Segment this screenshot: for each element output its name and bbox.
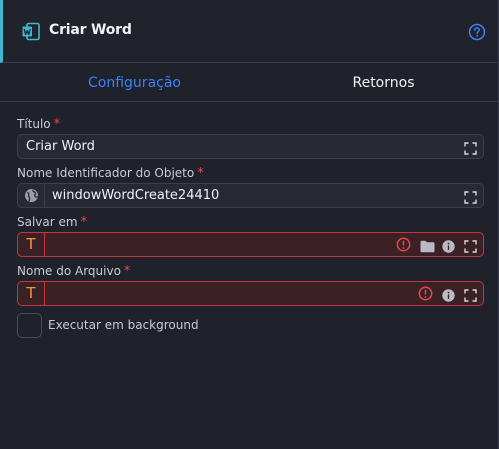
required-marker: * [80,215,88,230]
salvar-em-label: Salvar em * [17,215,87,230]
field-separator [44,233,45,256]
field-separator [44,282,45,305]
salvar-em-label-text: Salvar em [17,215,78,229]
titulo-label: Título * [17,117,60,132]
expand-icon[interactable] [464,189,477,204]
globe-icon [24,188,39,207]
expand-icon[interactable] [464,238,477,253]
error-icon [396,237,411,256]
required-marker: * [53,117,61,132]
background-checkbox[interactable] [17,313,42,338]
background-checkbox-label: Executar em background [48,318,199,332]
panel-title: Criar Word [49,22,132,38]
tab-bar: Configuração Retornos [0,64,498,102]
nome-arquivo-field[interactable]: T [17,281,484,306]
titulo-label-text: Título [17,117,51,131]
tab-retornos[interactable]: Retornos [259,64,499,101]
required-marker: * [197,166,204,181]
type-badge-text[interactable]: T [24,235,38,254]
tab-configuracao[interactable]: Configuração [10,64,259,101]
error-icon [418,286,433,305]
titulo-field[interactable]: Criar Word [17,134,484,159]
nome-arquivo-label-text: Nome do Arquivo [17,264,121,278]
salvar-em-field[interactable]: T [17,232,484,257]
info-icon[interactable] [442,287,455,306]
expand-icon[interactable] [464,287,477,302]
field-separator [44,184,45,207]
titulo-value: Criar Word [26,139,95,154]
nome-objeto-label: Nome Identificador do Objeto * [17,166,204,181]
panel-header: Criar Word [0,0,498,63]
action-config-panel: Criar Word Configuração Retornos Título *… [0,0,499,449]
info-icon[interactable] [442,238,455,257]
nome-arquivo-label: Nome do Arquivo * [17,264,130,279]
type-badge-text[interactable]: T [24,284,38,303]
nome-objeto-label-text: Nome Identificador do Objeto [17,166,195,180]
nome-objeto-field[interactable]: windowWordCreate24410 [17,183,484,208]
nome-objeto-value: windowWordCreate24410 [52,188,220,203]
folder-icon[interactable] [420,238,435,257]
help-icon[interactable] [468,23,486,41]
required-marker: * [123,264,131,279]
word-document-icon [21,22,41,42]
expand-icon[interactable] [464,140,477,155]
